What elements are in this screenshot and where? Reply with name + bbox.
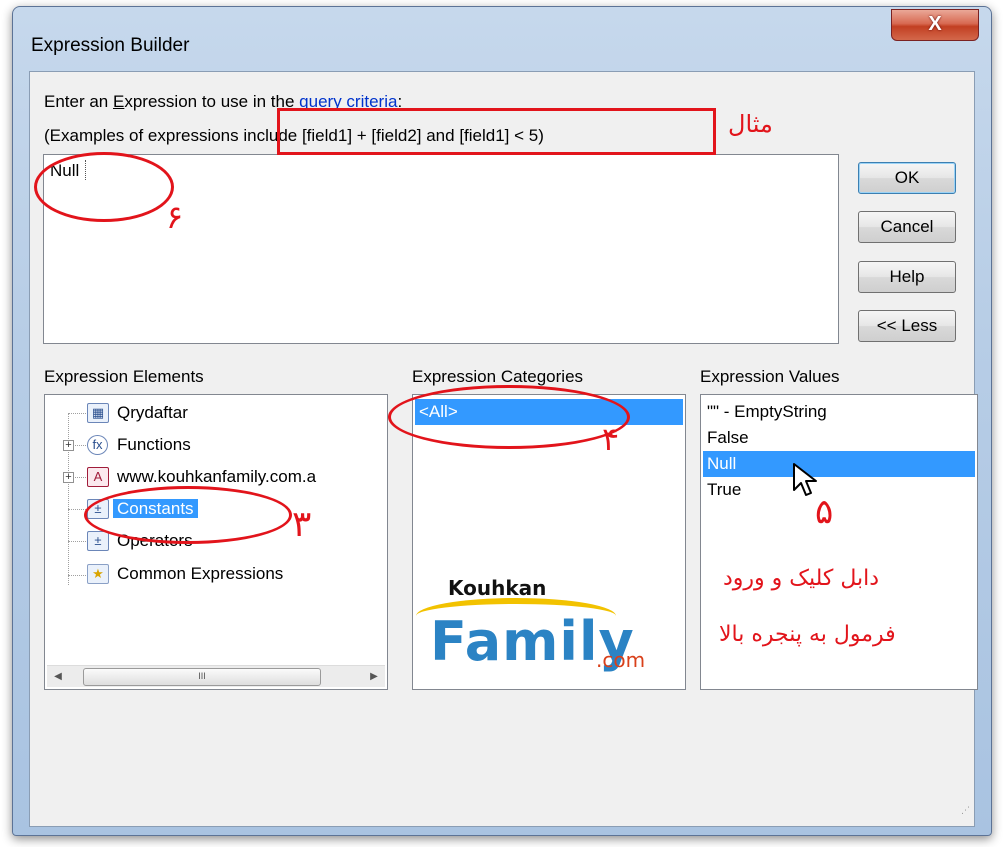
- window-title: Expression Builder: [31, 35, 190, 56]
- list-item-true[interactable]: True: [703, 477, 975, 503]
- expand-icon[interactable]: +: [63, 440, 74, 451]
- tree-item-qrydaftar[interactable]: Qrydaftar: [117, 400, 188, 426]
- prompt-middle: xpression to use in the: [124, 92, 300, 111]
- tree-item-database[interactable]: www.kouhkanfamily.com.a: [117, 464, 316, 490]
- tree-item-functions[interactable]: Functions: [117, 432, 191, 458]
- common-expressions-icon: ★: [87, 564, 109, 584]
- annotation-instruction-line2: فرمول به پنجره بالا: [719, 622, 896, 647]
- annotation-instruction-line1: دابل کلیک و ورود: [723, 566, 880, 591]
- expand-icon[interactable]: +: [63, 472, 74, 483]
- tree-connector: [68, 509, 86, 510]
- help-button[interactable]: Help: [858, 261, 956, 293]
- annotation-number-4: ۴: [602, 420, 620, 458]
- logo-top-text: Kouhkan: [448, 576, 547, 600]
- annotation-number-3: ۳: [292, 504, 312, 545]
- access-db-icon: A: [87, 467, 109, 487]
- tree-connector: [68, 413, 86, 414]
- tree-item-label: Functions: [117, 435, 191, 454]
- list-item-null[interactable]: Null: [703, 451, 975, 477]
- title-bar[interactable]: Expression Builder X: [13, 7, 991, 67]
- close-button[interactable]: X: [891, 9, 979, 41]
- prompt-mnemonic: E: [113, 92, 125, 111]
- logo-sub-text: .com: [596, 648, 646, 672]
- expression-values-label: Expression Values: [700, 367, 840, 386]
- tree-item-label: Common Expressions: [117, 564, 284, 583]
- annotation-category-ellipse: [388, 385, 630, 449]
- tree-connector: [68, 575, 86, 576]
- expression-categories-label: Expression Categories: [412, 367, 584, 386]
- horizontal-scrollbar[interactable]: ◀ III ▶: [47, 665, 385, 687]
- tree-item-label: www.kouhkanfamily.com.a: [117, 467, 317, 486]
- cancel-button[interactable]: Cancel: [858, 211, 956, 243]
- scroll-left-icon[interactable]: ◀: [47, 666, 69, 688]
- tree-item-common-expressions[interactable]: Common Expressions: [117, 561, 283, 587]
- annotation-example-label: مثال: [728, 110, 773, 138]
- expression-elements-label: Expression Elements: [44, 367, 204, 386]
- annotation-constants-ellipse: [84, 486, 292, 544]
- annotation-expression-ellipse: [34, 152, 174, 222]
- prompt-before: Enter an: [44, 92, 113, 111]
- mouse-cursor-icon: [793, 463, 817, 496]
- annotation-number-5: ۵: [815, 492, 834, 532]
- annotation-examples-box: [277, 108, 716, 155]
- scroll-right-icon[interactable]: ▶: [363, 666, 385, 688]
- function-icon: fx: [87, 435, 108, 455]
- resize-grip[interactable]: ⋰: [956, 806, 970, 822]
- list-item-empty-string[interactable]: "" - EmptyString: [703, 399, 975, 425]
- operators-icon: ±: [87, 531, 109, 551]
- query-icon: ▦: [87, 403, 109, 423]
- list-item-false[interactable]: False: [703, 425, 975, 451]
- annotation-number-6: ۶: [166, 198, 184, 236]
- kouhkan-family-logo: Kouhkan Family .com: [386, 570, 645, 690]
- scroll-thumb[interactable]: III: [83, 668, 321, 686]
- tree-connector: [68, 541, 86, 542]
- less-button[interactable]: << Less: [858, 310, 956, 342]
- ok-button[interactable]: OK: [858, 162, 956, 194]
- tree-item-label: Qrydaftar: [117, 403, 188, 422]
